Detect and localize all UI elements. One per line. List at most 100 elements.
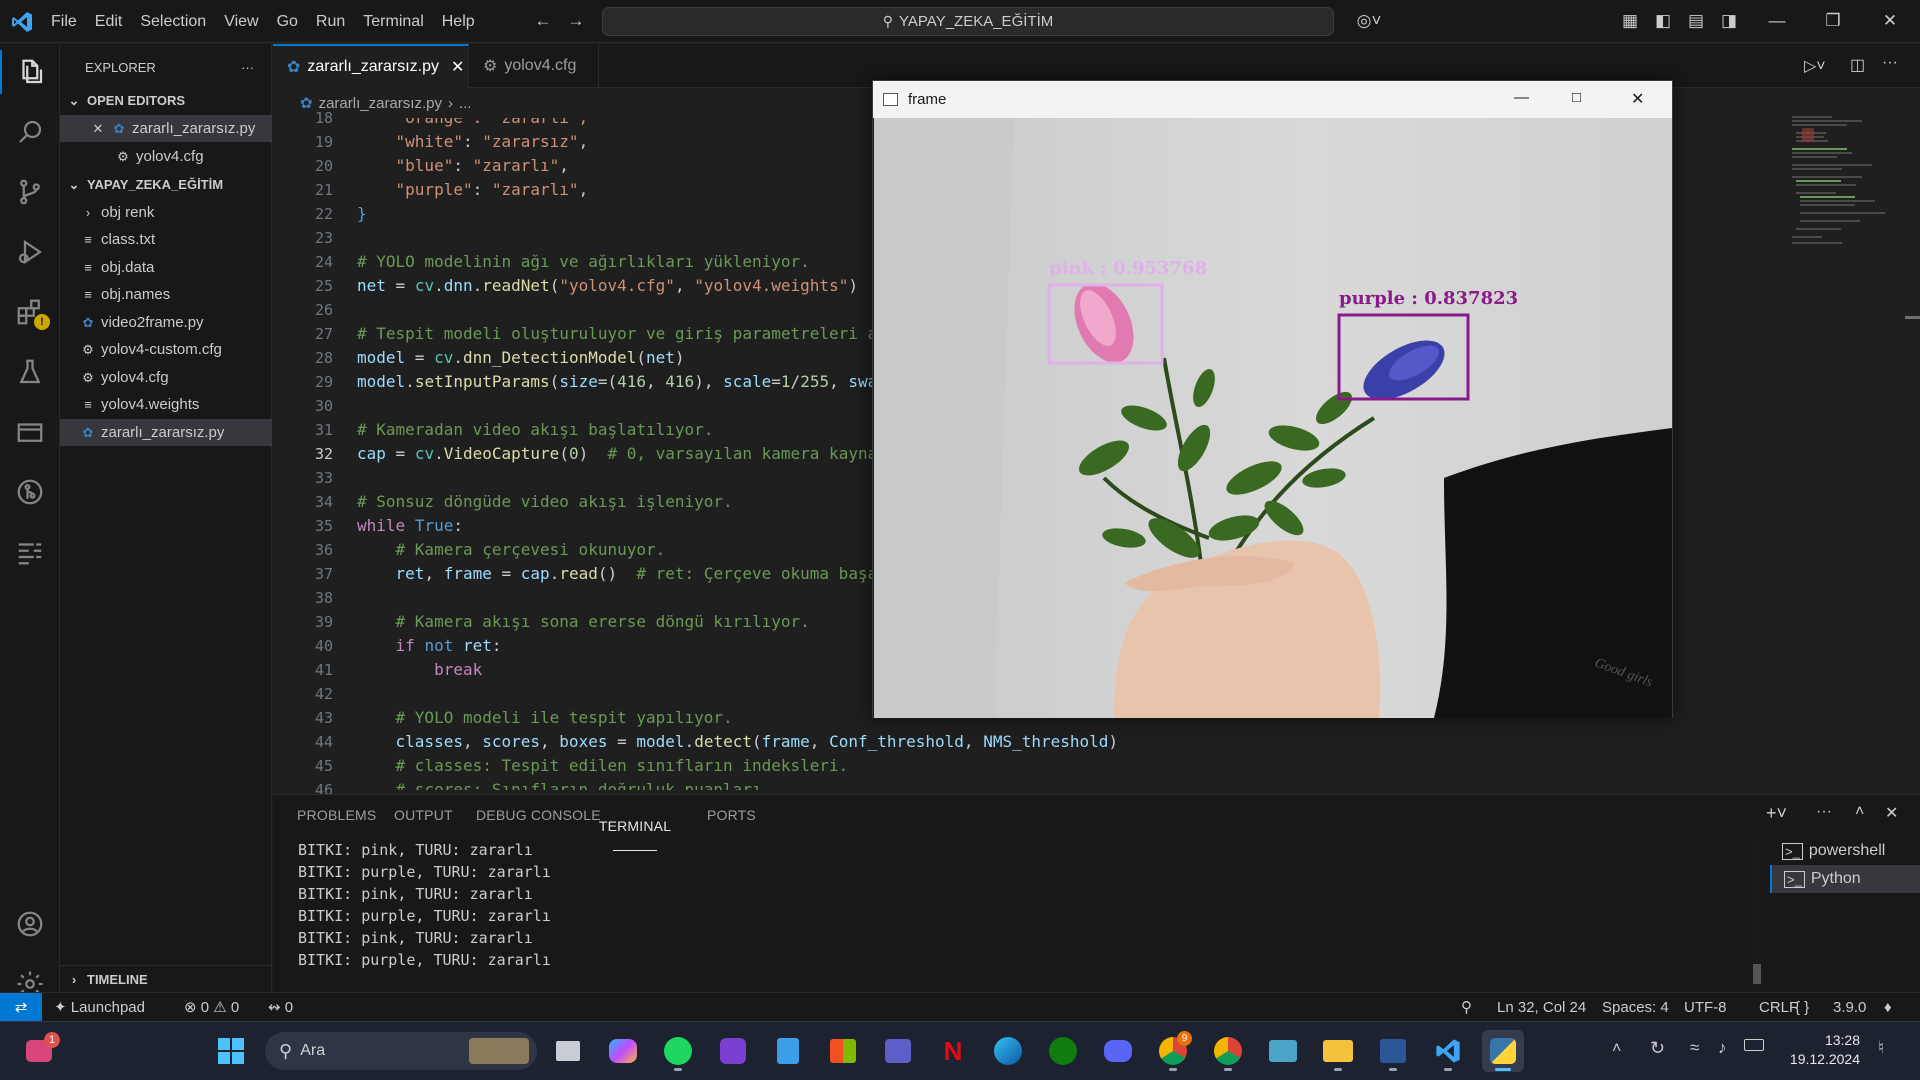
frame-window[interactable]: frame — □ ✕ Good girls pink: 0.953768 p… [872,80,1673,718]
task-view-icon[interactable] [547,1030,589,1072]
open-editor-item[interactable]: ✕ ✿ zararlı_zararsız.py [60,115,272,142]
microsoft-store-icon[interactable] [822,1030,864,1072]
open-editors-header[interactable]: ⌄ OPEN EDITORS [60,87,272,114]
copilot-icon[interactable]: ◎˅ [1352,11,1386,31]
terminal-scrollbar[interactable] [1753,839,1761,989]
notepad-icon[interactable] [767,1030,809,1072]
copilot-app-icon[interactable] [602,1030,644,1072]
menu-edit[interactable]: Edit [86,13,132,31]
volume-icon[interactable]: ♪ [1718,1038,1727,1058]
folder-item[interactable]: › obj renk [60,199,272,226]
run-file-icon[interactable]: ▷˅ [1804,56,1826,76]
file-item[interactable]: ≡ class.txt [60,226,272,253]
tab-zararli-zararsiz[interactable]: ✿ zararlı_zararsız.py ✕ [273,44,469,88]
python-version[interactable]: 3.9.0 [1833,993,1866,1022]
menu-go[interactable]: Go [268,13,307,31]
file-item[interactable]: ≡ yolov4.weights [60,391,272,418]
remote-explorer-icon[interactable] [8,410,52,454]
file-item[interactable]: ≡ obj.names [60,281,272,308]
git-graph-icon[interactable] [8,470,52,514]
close-icon[interactable]: ✕ [1631,89,1644,109]
extensions-icon[interactable]: ! [8,290,52,334]
battery-icon[interactable] [1744,1039,1764,1051]
back-arrow-icon[interactable]: ← [532,11,554,31]
close-icon[interactable]: ✕ [451,57,464,77]
notifications-bell-icon[interactable]: ♦ [1884,993,1892,1022]
new-terminal-plus-icon[interactable]: +˅ [1766,803,1787,824]
chrome-icon[interactable]: 9 [1152,1030,1194,1072]
ports-item[interactable]: ↭ 0 [268,993,293,1022]
more-actions-icon[interactable]: ··· [241,60,254,75]
timeline-header[interactable]: › TIMELINE [60,965,272,992]
tab-problems[interactable]: PROBLEMS [297,807,376,823]
tab-debug-console[interactable]: DEBUG CONSOLE [476,807,601,823]
forward-arrow-icon[interactable]: → [565,11,587,31]
clock[interactable]: 13:28 19.12.2024 [1776,1031,1860,1069]
python-app-icon[interactable] [1482,1030,1524,1072]
taskbar-search[interactable]: ⚲ Ara [265,1032,537,1070]
file-item[interactable]: ⚙ yolov4.cfg [60,364,272,391]
copilot-status-icon[interactable]: ⚲ [1461,993,1472,1022]
start-windows-icon[interactable] [210,1030,252,1072]
command-center-search[interactable]: ⚲ YAPAY_ZEKA_EĞİTİM [602,7,1334,36]
widgets-icon[interactable]: 1 [18,1030,60,1072]
chrome-profile-icon[interactable] [1207,1030,1249,1072]
source-control-icon[interactable] [8,170,52,214]
minimize-icon[interactable]: — [1514,89,1529,106]
tab-yolov4-cfg[interactable]: ⚙ yolov4.cfg [469,44,599,88]
menu-help[interactable]: Help [433,13,484,31]
toggle-secondary-sidebar-icon[interactable]: ◨ [1718,11,1740,31]
encoding[interactable]: UTF-8 [1684,993,1727,1022]
maximize-icon[interactable]: □ [1572,89,1581,106]
toggle-panel-icon[interactable]: ▤ [1685,11,1707,31]
file-item-selected[interactable]: ✿ zararlı_zararsız.py [60,419,272,446]
file-item[interactable]: ⚙ yolov4-custom.cfg [60,336,272,363]
close-panel-icon[interactable]: ✕ [1885,803,1898,823]
terminal-instance-powershell[interactable]: >_ powershell [1770,837,1920,865]
breadcrumb-symbol[interactable]: ... [459,95,472,112]
tab-output[interactable]: OUTPUT [394,807,453,823]
menu-view[interactable]: View [215,13,267,31]
minimap[interactable] [1782,112,1902,272]
file-explorer-icon[interactable] [1317,1030,1359,1072]
edge-icon[interactable] [987,1030,1029,1072]
customize-layout-icon[interactable]: ▦ [1619,11,1641,31]
menu-selection[interactable]: Selection [131,13,215,31]
teams-icon[interactable] [877,1030,919,1072]
netflix-icon[interactable]: N [932,1030,974,1072]
end-of-line[interactable]: CRLF [1759,993,1798,1022]
menu-terminal[interactable]: Terminal [354,13,432,31]
tab-terminal[interactable]: TERMINAL [599,807,671,851]
xbox-icon[interactable] [1042,1030,1084,1072]
terminal-instance-python[interactable]: >_ Python [1770,865,1920,893]
indentation[interactable]: Spaces: 4 [1602,993,1669,1022]
word-icon[interactable] [1372,1030,1414,1072]
split-editor-icon[interactable]: ◫ [1850,55,1865,75]
file-item[interactable]: ✿ video2frame.py [60,309,272,336]
purple-app-icon[interactable] [712,1030,754,1072]
wifi-icon[interactable]: ≈ [1690,1038,1699,1058]
more-actions-icon[interactable]: ··· [1816,803,1832,821]
close-icon[interactable]: ✕ [90,121,106,137]
terminal-app-icon[interactable] [1262,1030,1304,1072]
more-actions-icon[interactable]: ··· [1882,54,1898,72]
explorer-icon[interactable] [0,50,60,94]
outline-list-icon[interactable] [8,530,52,574]
scrollbar-thumb[interactable] [1905,316,1920,319]
tab-ports[interactable]: PORTS [707,807,756,823]
problems-item[interactable]: ⊗ 0 ⚠ 0 [184,993,239,1022]
menu-run[interactable]: Run [307,13,354,31]
launchpad-item[interactable]: ✦ Launchpad [54,993,145,1022]
maximize-panel-icon[interactable]: ˄ [1855,803,1864,821]
language-mode-icon[interactable]: { } [1795,993,1809,1022]
remote-indicator-icon[interactable]: ⇄ [0,993,42,1022]
discord-icon[interactable] [1097,1030,1139,1072]
folder-header[interactable]: ⌄ YAPAY_ZEKA_EĞİTİM [60,171,272,198]
run-debug-icon[interactable] [8,230,52,274]
cursor-position[interactable]: Ln 32, Col 24 [1497,993,1586,1022]
file-item[interactable]: ≡ obj.data [60,254,272,281]
testing-icon[interactable] [8,350,52,394]
frame-titlebar[interactable]: frame — □ ✕ [873,81,1672,118]
restore-icon[interactable]: ❐ [1822,11,1844,31]
sync-icon[interactable]: ↻ [1650,1038,1665,1059]
